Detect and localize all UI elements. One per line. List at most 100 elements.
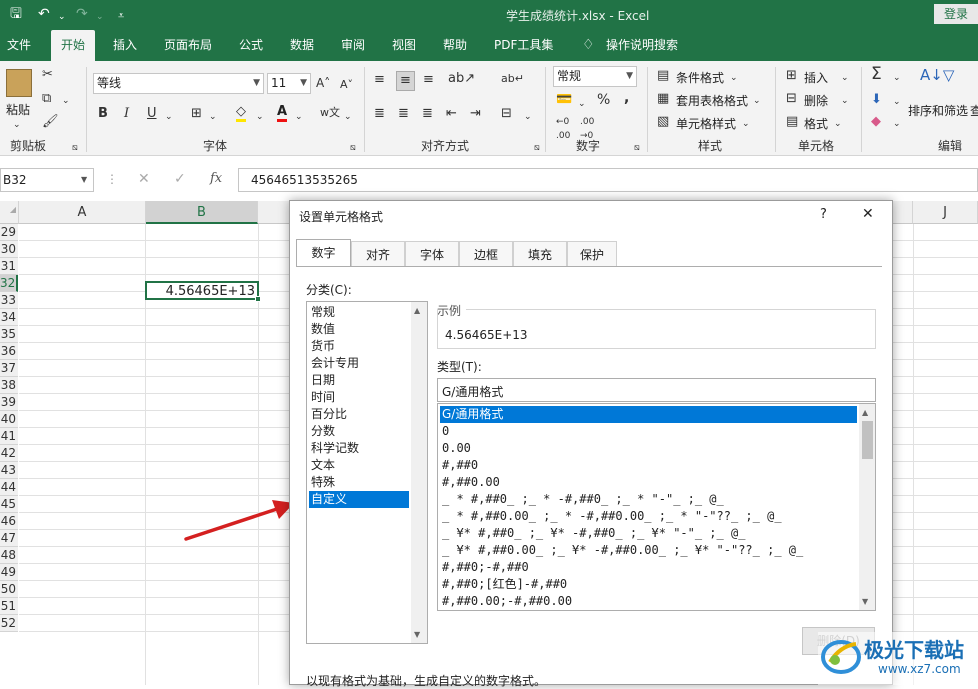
- font-color-icon[interactable]: A: [277, 105, 288, 122]
- paste-icon[interactable]: [6, 69, 32, 97]
- category-item[interactable]: 时间: [309, 389, 409, 406]
- row-header[interactable]: 29: [0, 224, 18, 241]
- format-dropdown-icon[interactable]: ⌄: [834, 117, 842, 131]
- cut-icon[interactable]: ✂: [42, 68, 53, 82]
- delete-dropdown-icon[interactable]: ⌄: [841, 94, 849, 108]
- merge-center-icon[interactable]: ⊟: [501, 107, 512, 121]
- row-header[interactable]: 42: [0, 445, 18, 462]
- category-item[interactable]: 日期: [309, 372, 409, 389]
- scroll-up-icon[interactable]: ▲: [414, 306, 420, 315]
- conditional-format-button[interactable]: 条件格式: [676, 69, 724, 86]
- type-item[interactable]: #,##0.00;-#,##0.00: [440, 593, 856, 610]
- fill-handle[interactable]: [255, 296, 261, 302]
- font-launcher-icon[interactable]: ⧅: [350, 141, 356, 155]
- align-center-icon[interactable]: ≣: [398, 107, 409, 121]
- fill-color-icon[interactable]: ◇: [236, 105, 246, 122]
- clear-icon[interactable]: ◆: [871, 115, 881, 129]
- type-item[interactable]: _ ¥* #,##0_ ;_ ¥* -#,##0_ ;_ ¥* "-"_ ;_ …: [440, 525, 856, 542]
- tab-page-layout[interactable]: 页面布局: [164, 30, 212, 61]
- merge-dropdown-icon[interactable]: ⌄: [524, 110, 532, 124]
- category-scrollbar[interactable]: ▲ ▼: [411, 302, 427, 643]
- comma-style-button[interactable]: ,: [624, 91, 629, 105]
- underline-dropdown-icon[interactable]: ⌄: [165, 110, 173, 124]
- decrease-indent-icon[interactable]: ⇤: [446, 107, 457, 121]
- accounting-dropdown-icon[interactable]: ⌄: [578, 97, 586, 111]
- category-item[interactable]: 常规: [309, 304, 409, 321]
- type-item[interactable]: #,##0;-#,##0: [440, 559, 856, 576]
- number-launcher-icon[interactable]: ⧅: [634, 141, 640, 155]
- delete-cells-button[interactable]: 删除: [804, 92, 828, 109]
- increase-font-icon[interactable]: A˄: [316, 76, 330, 90]
- tab-formulas[interactable]: 公式: [239, 30, 263, 61]
- type-item[interactable]: 0.00: [440, 440, 856, 457]
- align-right-icon[interactable]: ≣: [422, 107, 433, 121]
- active-cell-b32[interactable]: 4.56465E+13: [145, 281, 261, 302]
- tab-view[interactable]: 视图: [392, 30, 416, 61]
- category-list[interactable]: 常规 数值 货币 会计专用 日期 时间 百分比 分数 科学记数 文本 特殊 自定义 ▲ ▼: [306, 301, 428, 644]
- column-header-a[interactable]: A: [19, 201, 146, 224]
- tell-me-search[interactable]: 操作说明搜索: [606, 30, 678, 61]
- undo-icon[interactable]: ↶: [38, 6, 50, 22]
- insert-function-icon[interactable]: fx: [210, 171, 222, 186]
- autosum-icon[interactable]: Σ: [871, 66, 882, 83]
- alignment-launcher-icon[interactable]: ⧅: [534, 141, 540, 155]
- copy-dropdown-icon[interactable]: ⌄: [62, 94, 70, 108]
- sort-filter-icon[interactable]: A↓▽: [920, 68, 954, 83]
- paste-button[interactable]: 粘贴: [6, 101, 30, 118]
- category-item[interactable]: 文本: [309, 457, 409, 474]
- copy-icon[interactable]: ⧉: [42, 92, 51, 106]
- category-item[interactable]: 自定义: [309, 491, 409, 508]
- wrap-text-icon[interactable]: ab↵: [501, 72, 524, 86]
- format-cells-button[interactable]: 格式: [804, 115, 828, 132]
- row-header[interactable]: 51: [0, 598, 18, 615]
- border-dropdown-icon[interactable]: ⌄: [209, 110, 217, 124]
- row-header[interactable]: 34: [0, 309, 18, 326]
- type-item[interactable]: #,##0: [440, 457, 856, 474]
- phonetic-icon[interactable]: w文: [320, 106, 340, 120]
- type-list[interactable]: G/通用格式 0 0.00 #,##0 #,##0.00 _ * #,##0_ ;_ * …: [437, 403, 876, 611]
- dialog-tab-protection[interactable]: 保护: [567, 241, 617, 267]
- cancel-icon[interactable]: ✕: [138, 171, 150, 187]
- row-header[interactable]: 44: [0, 479, 18, 496]
- column-header-j[interactable]: J: [913, 201, 978, 224]
- column-header-i[interactable]: [893, 201, 913, 224]
- category-item[interactable]: 百分比: [309, 406, 409, 423]
- row-header[interactable]: 41: [0, 428, 18, 445]
- row-header[interactable]: 47: [0, 530, 18, 547]
- redo-dropdown-icon[interactable]: ⌄: [96, 9, 104, 25]
- conditional-format-dropdown-icon[interactable]: ⌄: [730, 71, 738, 85]
- font-name-select[interactable]: 等线 ▼: [93, 73, 264, 94]
- column-header-b[interactable]: B: [146, 201, 258, 224]
- paste-dropdown-icon[interactable]: ⌄: [13, 118, 21, 132]
- type-item[interactable]: _ * #,##0_ ;_ * -#,##0_ ;_ * "-"_ ;_ @_: [440, 491, 856, 508]
- row-header[interactable]: 39: [0, 394, 18, 411]
- type-item[interactable]: 0: [440, 423, 856, 440]
- row-header[interactable]: 48: [0, 547, 18, 564]
- row-header[interactable]: 33: [0, 292, 18, 309]
- font-size-select[interactable]: 11 ▼: [267, 73, 311, 94]
- category-item[interactable]: 分数: [309, 423, 409, 440]
- category-item[interactable]: 科学记数: [309, 440, 409, 457]
- type-scrollbar[interactable]: ▲ ▼: [859, 404, 875, 610]
- fill-dropdown-icon[interactable]: ⌄: [256, 110, 264, 124]
- help-button[interactable]: ?: [820, 207, 827, 222]
- dialog-tab-fill[interactable]: 填充: [513, 241, 567, 267]
- align-bottom-icon[interactable]: ≡: [423, 73, 434, 87]
- number-format-select[interactable]: 常规 ▼: [553, 66, 637, 87]
- tab-pdf-tools[interactable]: PDF工具集: [494, 30, 553, 61]
- tab-help[interactable]: 帮助: [443, 30, 467, 61]
- format-as-table-dropdown-icon[interactable]: ⌄: [753, 94, 761, 108]
- row-header[interactable]: 31: [0, 258, 18, 275]
- dialog-tab-alignment[interactable]: 对齐: [351, 241, 405, 267]
- row-header[interactable]: 45: [0, 496, 18, 513]
- align-left-icon[interactable]: ≣: [374, 107, 385, 121]
- orientation-icon[interactable]: ab↗: [448, 72, 475, 86]
- type-item[interactable]: _ ¥* #,##0.00_ ;_ ¥* -#,##0.00_ ;_ ¥* "-…: [440, 542, 856, 559]
- decrease-font-icon[interactable]: A˅: [340, 78, 353, 92]
- enter-icon[interactable]: ✓: [174, 171, 186, 187]
- accounting-format-icon[interactable]: 💳: [556, 93, 572, 107]
- type-input[interactable]: G/通用格式: [437, 378, 876, 402]
- row-header[interactable]: 50: [0, 581, 18, 598]
- align-top-icon[interactable]: ≡: [374, 73, 385, 87]
- increase-decimal-icon[interactable]: ←0.00: [556, 115, 570, 143]
